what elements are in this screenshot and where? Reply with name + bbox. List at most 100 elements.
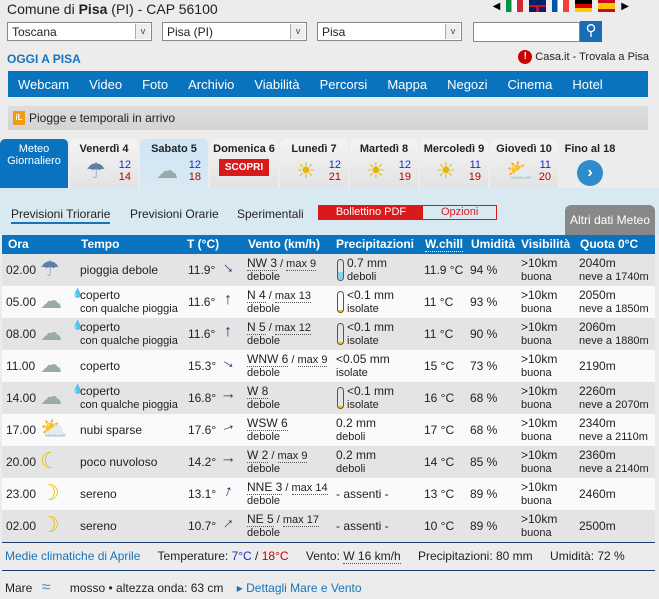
wind-max[interactable]: max 9 [297,354,328,367]
day-tab[interactable]: Fino al 18 › [560,139,620,189]
precipitazioni: - assenti - [336,519,389,533]
tab-previsioni-triorarie[interactable]: Previsioni Triorarie [11,207,111,224]
col-visibilita: Visibilità [521,237,571,251]
precipitazioni: - assenti - [336,487,389,501]
chevron-down-icon: v [445,24,460,39]
temp-min: 7°C [231,549,252,563]
opzioni-button[interactable]: Opzioni [423,206,478,219]
next-arrow-icon[interactable]: › [577,160,603,186]
day-tab[interactable]: Giovedì 10 11 20 ⛅ [490,139,558,189]
wind-speed[interactable]: WNW 6 [247,352,289,367]
wind-desc: debole [247,463,281,475]
sep: / [265,290,275,302]
cloud-icon: ☁ [40,320,62,345]
dettagli-mare-link[interactable]: ▸ Dettagli Mare e Vento [237,581,362,595]
day-tab[interactable]: Venerdì 4 12 14 ☂ [70,139,138,189]
day-label: Martedì 8 [359,143,409,155]
col-umidita: Umidità [471,237,516,251]
vento-label: Vento: [305,549,344,563]
quota-zero: 2500m [579,519,616,533]
day-tab[interactable]: Meteo Giornaliero [0,139,68,189]
flag-fr-icon[interactable] [552,0,570,12]
search-input[interactable] [473,22,580,42]
wind-chill: 15 °C [424,359,455,373]
wind-max[interactable]: max 9 [286,258,317,271]
precip-desc: isolate [347,335,379,347]
flag-es-icon[interactable] [598,0,616,12]
province-select[interactable]: Pisa (PI) v [162,22,307,41]
nav-cinema[interactable]: Cinema [508,77,553,92]
temp-max: 19 [398,171,411,183]
wind-desc: debole [247,527,281,539]
precipitazioni: <0.05 mm [336,352,390,366]
nav-mappa[interactable]: Mappa [387,77,427,92]
visibilita-desc: buona [521,431,552,443]
flag-it-icon[interactable] [506,0,524,12]
tab-previsioni-orarie[interactable]: Previsioni Orarie [130,207,219,221]
moon-icon: ☽ [40,512,60,537]
tempo: coperto [80,384,121,398]
wind-max[interactable]: max 17 [282,514,319,527]
wind-speed[interactable]: NNE 3 [247,480,283,495]
vento: N 4 / max 13 [247,288,311,303]
quota-zero: 2050m [579,288,616,302]
mare-stato: mosso [69,581,106,595]
alert-banner[interactable]: iL Piogge e temporali in arrivo [8,106,648,130]
col-quota: Quota 0°C [580,237,639,251]
wind-max[interactable]: max 14 [291,482,328,495]
nav-video[interactable]: Video [89,77,122,92]
wind-speed[interactable]: NE 5 [247,512,274,527]
visibilita: >10km [521,384,558,398]
wind-speed[interactable]: WSW 6 [247,416,288,431]
vento: NW 3 / max 9 [247,256,317,271]
bollettino-pdf-button[interactable]: Bollettino PDF [319,206,423,219]
precip-desc: isolate [347,303,379,315]
day-tab[interactable]: Mercoledì 9 11 19 ☀ [420,139,488,189]
precipitazioni: <0.1 mm [347,320,395,334]
search-icon: ⚲ [585,22,597,39]
precip-gauge [337,291,344,313]
day-tab[interactable]: Sabato 5 12 18 ☁ [140,139,208,189]
wind-chill: 10 °C [424,519,455,533]
search-button[interactable]: ⚲ [580,21,602,42]
nav-percorsi[interactable]: Percorsi [320,77,368,92]
wind-speed[interactable]: NW 3 [247,256,277,271]
nav-hotel[interactable]: Hotel [572,77,602,92]
nav-viabilita[interactable]: Viabilità [254,77,299,92]
scopri-badge[interactable]: SCOPRI [218,159,270,176]
temp-min: 12 [188,159,201,171]
umidita: 89 % [470,519,498,533]
next-arrow-icon[interactable]: ▶ [621,1,629,12]
cloud-icon: ☁ [40,384,62,409]
casa-link[interactable]: ! Casa.it - Trovala a Pisa [518,50,649,64]
flag-en-icon[interactable] [529,0,547,12]
wind-max[interactable]: max 12 [274,322,311,335]
sep: / [282,482,292,494]
col-wchill[interactable]: W.chill [425,237,464,252]
day-tab[interactable]: Domenica 6 SCOPRI [210,139,278,189]
wind-max[interactable]: max 9 [277,450,308,463]
nav-negozi[interactable]: Negozi [447,77,487,92]
city-select[interactable]: Pisa v [317,22,462,41]
quota-zero: 2260m [579,384,616,398]
wind-speed[interactable]: W 8 [247,384,269,399]
wind-speed[interactable]: N 4 [247,288,266,303]
medie-link[interactable]: Medie climatiche di Aprile [5,549,140,563]
nav-webcam[interactable]: Webcam [18,77,69,92]
tempo: pioggia debole [80,263,159,277]
nav-foto[interactable]: Foto [142,77,168,92]
flag-de-icon[interactable] [575,0,593,12]
day-tab[interactable]: Martedì 8 12 19 ☀ [350,139,418,189]
day-tab[interactable]: Lunedì 7 12 21 ☀ [280,139,348,189]
altri-dati-tab[interactable]: Altri dati Meteo [565,205,655,235]
wind-speed[interactable]: N 5 [247,320,266,335]
region-select[interactable]: Toscana v [7,22,152,41]
temp-label: Temperature: [157,549,232,563]
quota-neve: neve a 2140m [579,463,649,475]
wind-speed[interactable]: W 2 [247,448,269,463]
visibilita-desc: buona [521,303,552,315]
tab-sperimentali[interactable]: Sperimentali [237,207,304,221]
nav-archivio[interactable]: Archivio [188,77,234,92]
wind-max[interactable]: max 13 [274,290,311,303]
prev-arrow-icon[interactable]: ◀ [493,1,501,12]
